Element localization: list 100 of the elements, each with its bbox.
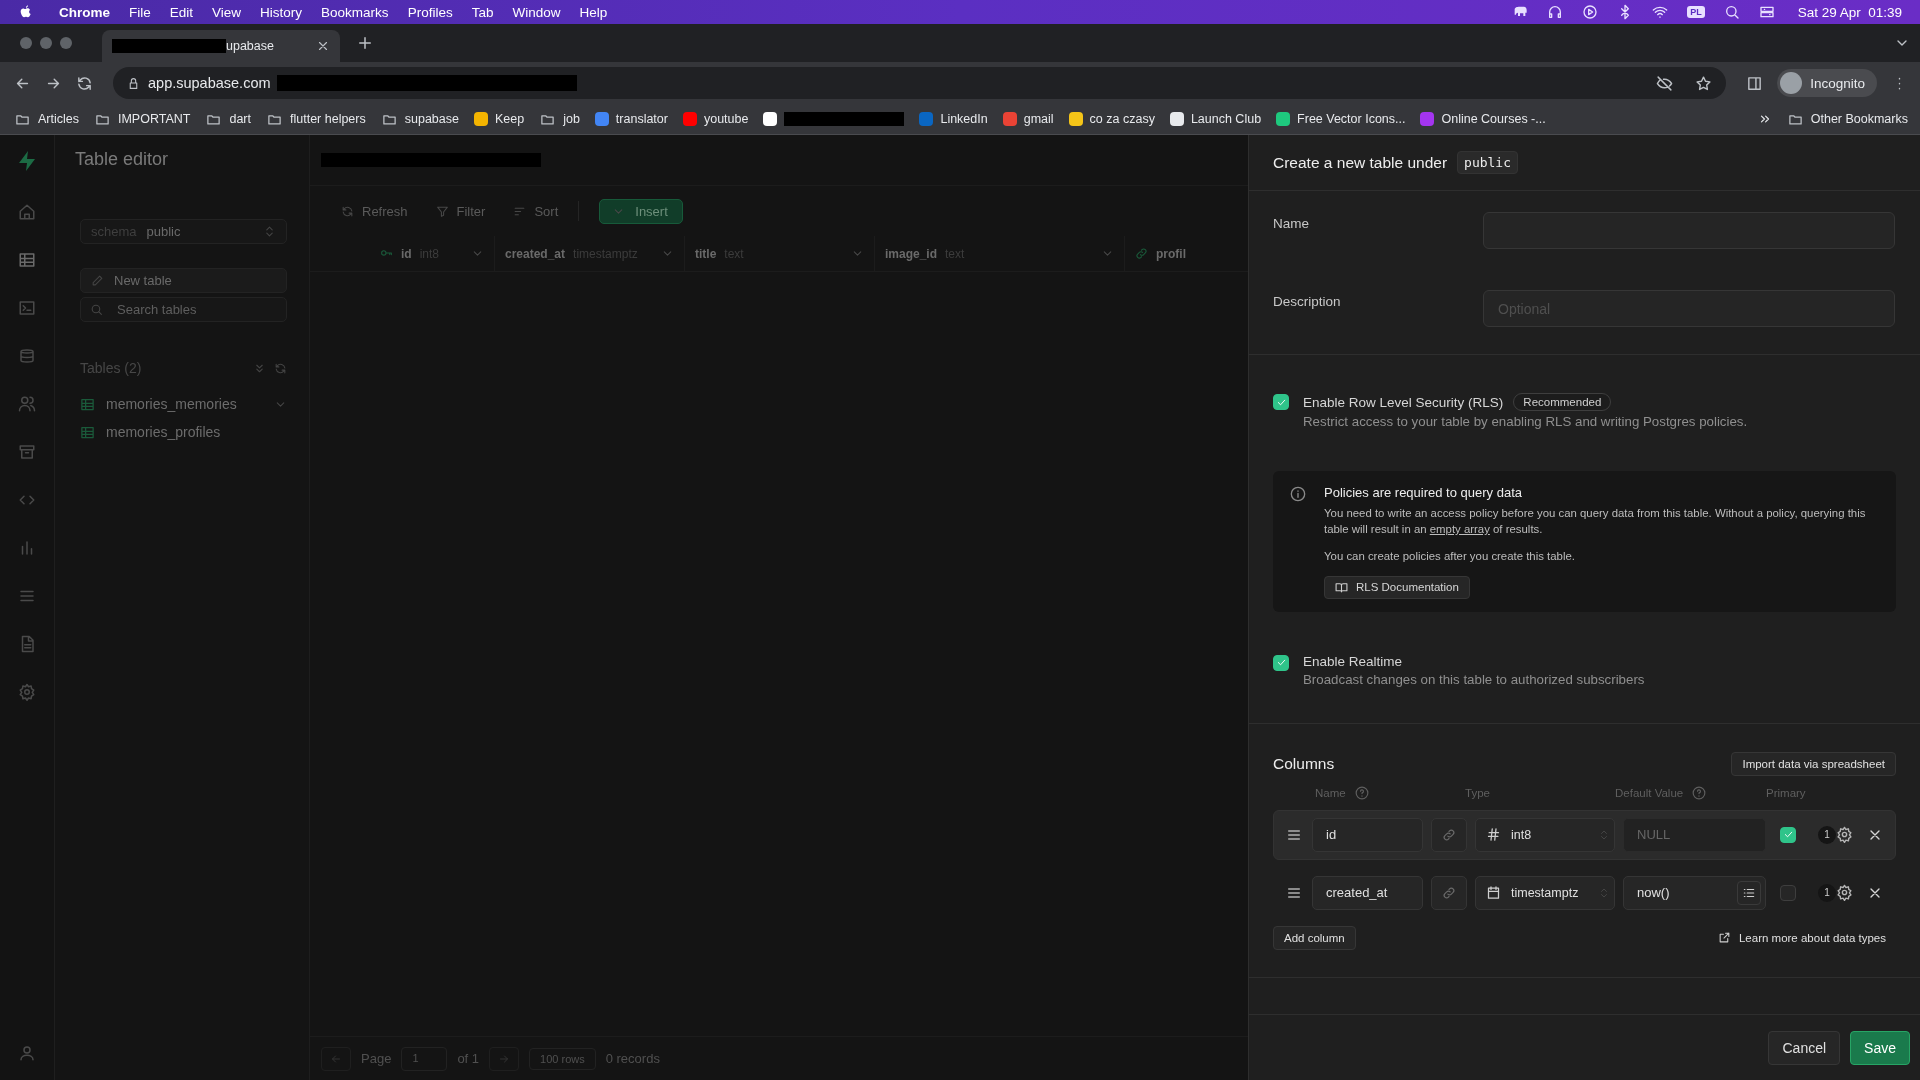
- profile-label: Incognito: [1810, 75, 1865, 91]
- settings-icon[interactable]: [1836, 884, 1853, 902]
- eye-off-icon[interactable]: [1656, 74, 1674, 92]
- bookmark[interactable]: IMPORTANT: [94, 111, 191, 127]
- menu-item[interactable]: Profiles: [407, 4, 453, 20]
- reload-icon[interactable]: [76, 74, 93, 92]
- default-value-field[interactable]: now(): [1623, 875, 1766, 910]
- field-label: Description: [1273, 293, 1342, 309]
- type-select[interactable]: timestamptz: [1475, 875, 1615, 910]
- record-count: 0 records: [605, 1051, 660, 1066]
- column-name-field[interactable]: id: [1312, 817, 1423, 852]
- help-icon[interactable]: [1354, 785, 1369, 800]
- bookmark[interactable]: Free Vector Icons...: [1276, 112, 1406, 126]
- window-control[interactable]: [20, 37, 32, 49]
- bookmark[interactable]: youtube: [682, 112, 749, 126]
- menu-item[interactable]: File: [129, 4, 151, 20]
- side-panel-icon[interactable]: [1746, 74, 1764, 92]
- checkbox-description: Broadcast changes on this table to authorized subscribers: [1303, 671, 1645, 687]
- checkbox[interactable]: [1273, 394, 1289, 410]
- menu-item[interactable]: Edit: [169, 4, 194, 20]
- profile-button[interactable]: Incognito: [1777, 69, 1877, 97]
- table-icon[interactable]: [18, 251, 36, 269]
- settings-icon[interactable]: [1836, 826, 1853, 844]
- menu-item[interactable]: Help: [579, 4, 608, 20]
- search-field[interactable]: Search tables: [80, 297, 287, 322]
- chevrons-icon: [1598, 828, 1610, 841]
- page-count: of 1: [457, 1051, 480, 1066]
- cancel-button[interactable]: Cancel: [1768, 1030, 1841, 1065]
- calendar-icon: [1486, 885, 1501, 901]
- checkbox[interactable]: [1780, 826, 1796, 843]
- schema-tag: public: [1457, 151, 1519, 174]
- menu-item[interactable]: Window: [512, 4, 561, 20]
- column-heading: Name: [1315, 786, 1346, 799]
- bookmark[interactable]: Keep: [473, 112, 525, 126]
- incognito-avatar: [1780, 72, 1803, 94]
- browser-tab[interactable]: upabase: [102, 30, 340, 62]
- learn-more-link[interactable]: Learn more about data types: [1717, 931, 1896, 945]
- checkbox[interactable]: [1273, 654, 1289, 671]
- table-list-item[interactable]: memories_profiles: [80, 418, 287, 446]
- column-row[interactable]: id int8 NULL 1: [1273, 809, 1896, 860]
- wifi-icon[interactable]: [1652, 4, 1669, 20]
- filter-icon: [435, 204, 449, 218]
- panel-title: Create a new table under: [1273, 153, 1448, 172]
- import-button[interactable]: Import data via spreadsheet: [1731, 751, 1896, 776]
- foreign-key-button[interactable]: [1431, 875, 1467, 910]
- count-badge: 1: [1818, 883, 1836, 902]
- input-source-badge[interactable]: PL: [1687, 6, 1705, 18]
- external-link-icon: [1717, 931, 1731, 945]
- table-list-item[interactable]: memories_memories: [80, 390, 287, 418]
- checkbox-description: Restrict access to your table by enabling RLS and writing Postgres policies.: [1303, 414, 1748, 429]
- column-heading: Primary: [1766, 786, 1806, 799]
- page-label: Page: [361, 1051, 392, 1066]
- pencil-icon: [91, 274, 104, 287]
- clock[interactable]: Sat 29 Apr 01:39: [1797, 4, 1902, 20]
- headphones-icon[interactable]: [1547, 4, 1564, 20]
- column-name-field[interactable]: created_at: [1312, 875, 1423, 910]
- checkbox[interactable]: [1780, 884, 1796, 901]
- star-icon[interactable]: [1695, 74, 1713, 92]
- app-menu[interactable]: Chrome: [59, 4, 110, 20]
- help-icon[interactable]: [1692, 785, 1707, 800]
- menu-item[interactable]: History: [260, 4, 303, 20]
- tab-title: upabase: [226, 39, 274, 53]
- bookmark[interactable]: LinkedIn: [919, 112, 988, 126]
- bookmark[interactable]: gmail: [1002, 112, 1054, 126]
- search-icon: [90, 303, 103, 316]
- search-icon[interactable]: [1723, 4, 1740, 20]
- bookmark[interactable]: flutter helpers: [266, 111, 366, 127]
- callout-note: You can create policies after you create this table.: [1324, 548, 1576, 564]
- table-icon: [80, 396, 95, 412]
- type-select[interactable]: int8: [1475, 817, 1615, 852]
- menu-item[interactable]: Tab: [471, 4, 494, 20]
- rls-documentation-button[interactable]: RLS Documentation: [1324, 575, 1470, 599]
- new-tab-icon[interactable]: [356, 34, 374, 52]
- bookmark[interactable]: dart: [205, 111, 251, 127]
- column-heading: Default Value: [1615, 786, 1684, 799]
- close-icon[interactable]: [316, 39, 330, 53]
- bookmark[interactable]: Online Courses -...: [1420, 112, 1546, 126]
- menu-item[interactable]: Bookmarks: [321, 4, 389, 20]
- add-column-button[interactable]: Add column: [1273, 925, 1356, 950]
- url-text: app.supabase.com: [148, 75, 271, 91]
- empty-array-link[interactable]: empty array: [1429, 522, 1490, 535]
- bookmark[interactable]: Launch Club: [1169, 112, 1262, 126]
- bookmark[interactable]: supabase: [380, 111, 459, 127]
- count-badge: 1: [1818, 825, 1836, 844]
- column-row[interactable]: created_at timestamptz now() 1: [1273, 867, 1896, 918]
- play-icon[interactable]: [1582, 4, 1599, 20]
- bookmark[interactable]: translator: [594, 112, 668, 126]
- menu-item[interactable]: View: [212, 4, 242, 20]
- control-center-icon[interactable]: [1758, 4, 1775, 20]
- sidebar-title: Table editor: [75, 149, 170, 171]
- address-bar[interactable]: app.supabase.com: [113, 67, 1727, 99]
- bookmark[interactable]: co za czasy: [1068, 112, 1155, 126]
- bookmark[interactable]: job: [539, 111, 580, 127]
- info-icon: [1290, 486, 1306, 502]
- bookmark[interactable]: Other Bookmarks: [1786, 111, 1908, 127]
- link-icon: [1442, 885, 1456, 900]
- bookmark[interactable]: Articles: [14, 111, 79, 127]
- window-control[interactable]: [40, 37, 52, 49]
- window-control[interactable]: [60, 37, 72, 49]
- save-button[interactable]: Save: [1850, 1030, 1910, 1065]
